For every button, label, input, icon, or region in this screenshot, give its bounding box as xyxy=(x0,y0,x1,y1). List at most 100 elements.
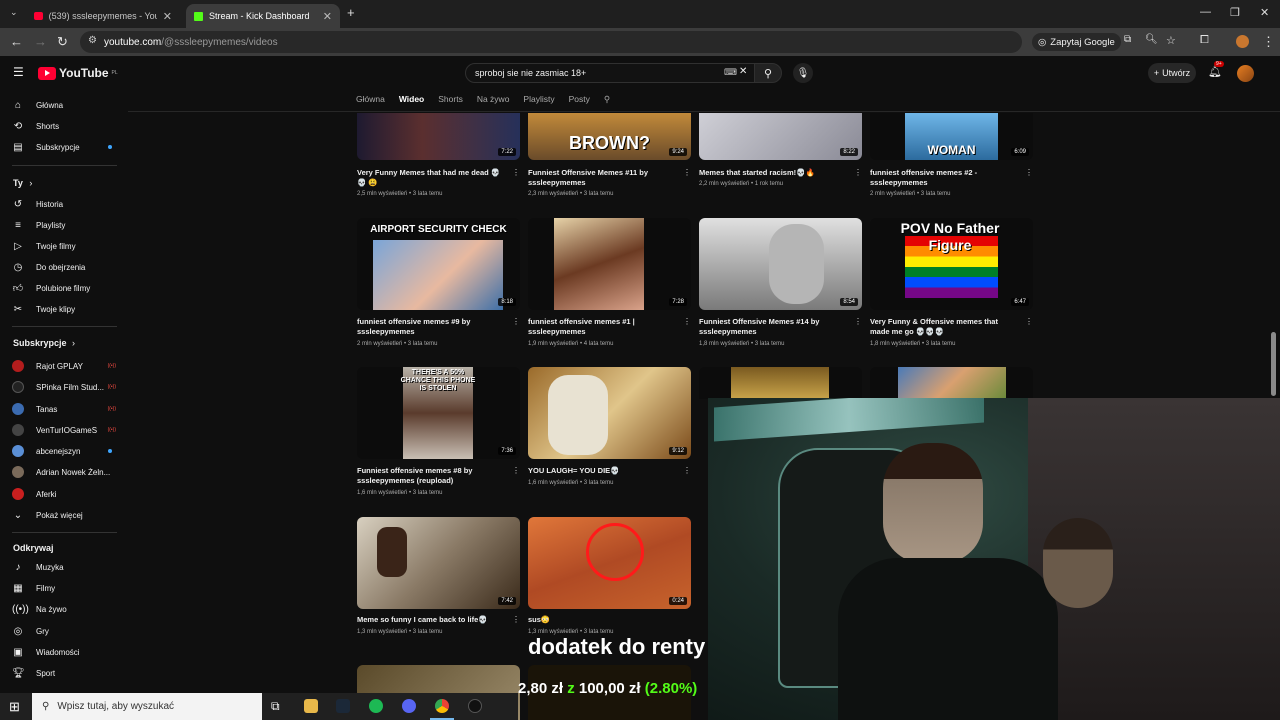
close-icon[interactable]: ✕ xyxy=(163,10,172,23)
voice-search-button[interactable]: 🎙︎ xyxy=(793,63,813,83)
video-menu-icon[interactable]: ⋮ xyxy=(854,168,862,177)
video-title[interactable]: Funniest Offensive Memes #11 by sssleepy… xyxy=(528,168,676,188)
video-title[interactable]: Meme so funny I came back to life💀 xyxy=(357,615,505,625)
extensions-icon[interactable]: ⧠ xyxy=(1200,34,1209,47)
tab-posts[interactable]: Posty xyxy=(569,94,590,108)
ask-google-button[interactable]: ◎ Zapytaj Google xyxy=(1032,33,1121,51)
video-title[interactable]: Funniest Offensive Memes #14 by sssleepy… xyxy=(699,317,847,337)
sidebar-item-your-videos[interactable]: ▷ Twoje filmy xyxy=(12,238,122,254)
sidebar-show-more[interactable]: ⌄ Pokaż więcej xyxy=(12,507,122,523)
sidebar-sub-item[interactable]: Adrian Nowek Żeln... xyxy=(12,464,122,480)
steam-icon[interactable] xyxy=(336,699,350,713)
task-view-icon[interactable]: ⧉ xyxy=(271,699,280,714)
menu-dots-icon[interactable]: ⋮ xyxy=(1262,34,1275,50)
video-menu-icon[interactable]: ⋮ xyxy=(512,466,520,475)
keyboard-icon[interactable]: ⌨ xyxy=(724,67,737,78)
you-section-header[interactable]: Ty › xyxy=(13,178,32,188)
tab-live[interactable]: Na żywo xyxy=(477,94,510,108)
windows-start-icon[interactable]: ⊞ xyxy=(9,699,20,715)
sidebar-sub-item[interactable]: Aferki xyxy=(12,486,122,502)
video-title[interactable]: funniest offensive memes #2 - sssleepyme… xyxy=(870,168,1018,188)
youtube-logo[interactable]: YouTube PL xyxy=(38,66,118,80)
sidebar-sub-item[interactable]: VenTurIOGameS ((•)) xyxy=(12,422,122,438)
video-menu-icon[interactable]: ⋮ xyxy=(512,615,520,624)
video-thumbnail[interactable]: 0:24 xyxy=(528,517,691,609)
video-thumbnail[interactable]: 7:22 xyxy=(357,113,520,160)
video-menu-icon[interactable]: ⋮ xyxy=(683,466,691,475)
sidebar-item-clips[interactable]: ✂ Twoje klipy xyxy=(12,301,122,317)
new-tab-button[interactable]: + xyxy=(347,5,355,20)
site-info-icon[interactable]: ⚙ xyxy=(88,35,97,46)
install-icon[interactable]: ⧉ xyxy=(1124,34,1131,45)
video-title[interactable]: Memes that started racism!💀🔥 xyxy=(699,168,847,178)
create-button[interactable]: + Utwórz xyxy=(1148,63,1196,83)
video-title[interactable]: funniest offensive memes #9 by sssleepym… xyxy=(357,317,505,337)
channel-search-icon[interactable]: ⚲ xyxy=(604,94,610,108)
video-thumbnail[interactable]: 7:42 xyxy=(357,517,520,609)
sidebar-item-history[interactable]: ↺ Historia xyxy=(12,196,122,212)
video-menu-icon[interactable]: ⋮ xyxy=(683,317,691,326)
sidebar-item-gaming[interactable]: ◎ Gry xyxy=(12,623,122,639)
address-bar[interactable]: ⚙ youtube.com/@sssleepymemes/videos xyxy=(80,31,1022,53)
video-thumbnail[interactable]: POV No Father Figure 6:47 xyxy=(870,218,1033,310)
video-thumbnail[interactable]: 9:12 xyxy=(528,367,691,459)
sidebar-item-movies[interactable]: ▦ Filmy xyxy=(12,580,122,596)
video-thumbnail[interactable] xyxy=(870,367,1033,399)
video-thumbnail[interactable]: THERE'S A 50% CHANCE THIS PHONE IS STOLE… xyxy=(357,367,520,459)
close-icon[interactable]: ✕ xyxy=(323,10,332,23)
video-thumbnail[interactable]: 7:28 xyxy=(528,218,691,310)
video-thumbnail[interactable]: 8:22 xyxy=(699,113,862,160)
tab-list-chevron-icon[interactable]: ⌄ xyxy=(10,7,18,18)
sidebar-item-home[interactable]: ⌂ Główna xyxy=(12,97,122,113)
scrollbar-thumb[interactable] xyxy=(1271,332,1276,396)
video-menu-icon[interactable]: ⋮ xyxy=(1025,317,1033,326)
video-thumbnail[interactable]: WOMAN 6:09 xyxy=(870,113,1033,160)
video-thumbnail[interactable]: BROWN? 9:24 xyxy=(528,113,691,160)
hamburger-menu-icon[interactable]: ☰ xyxy=(13,65,24,79)
sidebar-sub-item[interactable]: abcenejszyn xyxy=(12,443,122,459)
sidebar-item-subscriptions[interactable]: ▤ Subskrypcje xyxy=(12,139,122,155)
video-title[interactable]: YOU LAUGH= YOU DIE💀 xyxy=(528,466,676,476)
video-title[interactable]: Very Funny & Offensive memes that made m… xyxy=(870,317,1018,337)
video-menu-icon[interactable]: ⋮ xyxy=(683,168,691,177)
back-icon[interactable]: ← xyxy=(10,34,23,49)
clear-search-icon[interactable]: ✕ xyxy=(739,66,747,77)
tab-videos[interactable]: Wideo xyxy=(399,94,424,108)
chrome-icon[interactable] xyxy=(435,699,449,713)
sidebar-sub-item[interactable]: SPinka Film Stud... ((•)) xyxy=(12,379,122,395)
restore-icon[interactable]: ❐ xyxy=(1230,6,1240,19)
account-avatar[interactable] xyxy=(1237,65,1254,82)
bookmark-star-icon[interactable]: ☆ xyxy=(1166,34,1176,47)
forward-icon[interactable]: → xyxy=(34,34,47,49)
sidebar-item-music[interactable]: ♪ Muzyka xyxy=(12,559,122,575)
sidebar-item-watch-later[interactable]: ◷ Do obejrzenia xyxy=(12,259,122,275)
file-explorer-icon[interactable] xyxy=(304,699,318,713)
profile-avatar[interactable] xyxy=(1236,35,1249,48)
sidebar-item-shorts[interactable]: ⟲ Shorts xyxy=(12,118,122,134)
tab-shorts[interactable]: Shorts xyxy=(438,94,463,108)
sidebar-item-news[interactable]: ▣ Wiadomości xyxy=(12,644,122,660)
video-menu-icon[interactable]: ⋮ xyxy=(854,317,862,326)
video-thumbnail[interactable] xyxy=(699,367,862,399)
minimize-icon[interactable]: — xyxy=(1200,6,1211,18)
video-title[interactable]: Very Funny Memes that had me dead 💀💀 😩 xyxy=(357,168,505,188)
close-window-icon[interactable]: ✕ xyxy=(1260,6,1269,19)
video-menu-icon[interactable]: ⋮ xyxy=(512,317,520,326)
notifications-button[interactable]: 🔔︎ 9+ xyxy=(1208,61,1224,78)
spotify-icon[interactable] xyxy=(369,699,383,713)
tab-playlists[interactable]: Playlisty xyxy=(523,94,554,108)
sidebar-item-live[interactable]: ((•)) Na żywo xyxy=(12,601,122,617)
tab-home[interactable]: Główna xyxy=(356,94,385,108)
sidebar-sub-item[interactable]: Tanas ((•)) xyxy=(12,401,122,417)
sidebar-sub-item[interactable]: Rajot GPLAY ((•)) xyxy=(12,358,122,374)
sidebar-item-playlists[interactable]: ≡ Playlisty xyxy=(12,217,122,233)
video-title[interactable]: sus😳 xyxy=(528,615,676,625)
video-thumbnail[interactable]: 8:54 xyxy=(699,218,862,310)
video-thumbnail[interactable]: AIRPORT SECURITY CHECK 8:18 xyxy=(357,218,520,310)
sidebar-item-liked[interactable]: 👍︎ Polubione filmy xyxy=(12,280,122,296)
video-menu-icon[interactable]: ⋮ xyxy=(512,168,520,177)
video-title[interactable]: funniest offensive memes #1 | sssleepyme… xyxy=(528,317,676,337)
tab-kick-dashboard[interactable]: Stream - Kick Dashboard ✕ xyxy=(186,4,340,28)
reload-icon[interactable]: ↻ xyxy=(57,34,68,50)
search-input[interactable]: sproboj sie nie zasmiac 18+ ⌨ ✕ xyxy=(465,63,755,83)
